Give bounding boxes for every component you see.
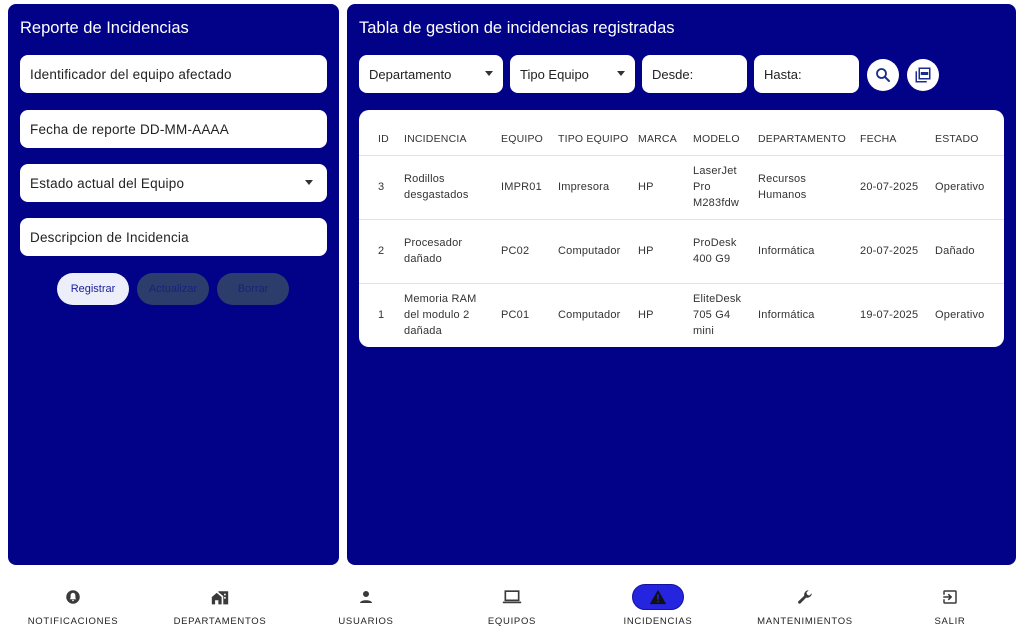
cell-equipo: PC01 xyxy=(501,309,530,321)
equipment-status-select[interactable]: Estado actual del Equipo xyxy=(20,164,327,202)
date-from-input[interactable]: Desde: xyxy=(642,55,747,93)
table-section-title: Tabla de gestion de incidencias registra… xyxy=(359,19,675,37)
nav-item-salir[interactable]: SALIR xyxy=(920,572,980,635)
incident-description-placeholder: Descripcion de Incidencia xyxy=(30,229,189,245)
row-divider xyxy=(359,283,1004,284)
header-equipo: EQUIPO xyxy=(501,133,544,145)
cell-equipo: PC02 xyxy=(501,245,530,257)
department-filter-label: Departamento xyxy=(369,66,452,82)
incident-table-panel: Tabla de gestion de incidencias registra… xyxy=(347,4,1016,565)
cell-fecha: 20-07-2025 xyxy=(860,245,919,257)
cell-tipo-equipo: Computador xyxy=(558,309,621,321)
logout-icon xyxy=(924,584,976,610)
equipment-type-filter-select[interactable]: Tipo Equipo xyxy=(510,55,635,93)
header-departamento: DEPARTAMENTO xyxy=(758,133,846,145)
equipment-status-label: Estado actual del Equipo xyxy=(30,175,185,191)
register-button[interactable]: Registrar xyxy=(57,273,129,305)
cell-departamento: Recursos Humanos xyxy=(758,173,807,201)
export-pdf-button[interactable] xyxy=(907,59,939,91)
row-divider xyxy=(359,219,1004,220)
update-button[interactable]: Actualizar xyxy=(137,273,209,305)
cell-marca: HP xyxy=(638,245,654,257)
person-icon xyxy=(340,584,392,610)
row-divider xyxy=(359,155,1004,156)
nav-item-departamentos[interactable]: DEPARTAMENTOS xyxy=(174,572,266,635)
nav-item-usuarios[interactable]: USUARIOS xyxy=(336,572,396,635)
equipment-id-placeholder: Identificador del equipo afectado xyxy=(30,66,232,82)
cell-id: 3 xyxy=(378,181,385,193)
cell-tipo-equipo: Impresora xyxy=(558,181,610,193)
equipment-id-input[interactable]: Identificador del equipo afectado xyxy=(20,55,327,93)
chevron-down-icon xyxy=(485,71,493,76)
chevron-down-icon xyxy=(617,71,625,76)
cell-marca: HP xyxy=(638,309,654,321)
department-filter-select[interactable]: Departamento xyxy=(359,55,503,93)
search-icon xyxy=(876,68,890,82)
nav-label: MANTENIMIENTOS xyxy=(757,616,853,627)
nav-label: USUARIOS xyxy=(338,616,394,627)
cell-incidencia: Memoria RAM del modulo 2 dañada xyxy=(404,293,477,337)
nav-item-notificaciones[interactable]: NOTIFICACIONES xyxy=(28,572,118,635)
chevron-down-icon xyxy=(305,180,313,185)
cell-tipo-equipo: Computador xyxy=(558,245,621,257)
wrench-icon xyxy=(779,584,831,610)
pdf-icon xyxy=(915,67,931,83)
bottom-navigation-bar: NOTIFICACIONES DEPARTAMENTOS USUARIOS EQ… xyxy=(0,572,1024,635)
nav-item-equipos[interactable]: EQUIPOS xyxy=(482,572,542,635)
nav-label: DEPARTAMENTOS xyxy=(173,616,267,627)
date-to-label: Hasta: xyxy=(764,66,802,82)
report-date-input[interactable]: Fecha de reporte DD-MM-AAAA xyxy=(20,110,327,148)
cell-id: 2 xyxy=(378,245,385,257)
header-estado: ESTADO xyxy=(935,133,979,145)
nav-label: INCIDENCIAS xyxy=(623,616,693,627)
incidents-table: ID INCIDENCIA EQUIPO TIPO EQUIPO MARCA M… xyxy=(359,110,1004,347)
cell-departamento: Informática xyxy=(758,245,815,257)
nav-label: EQUIPOS xyxy=(487,616,537,627)
date-to-input[interactable]: Hasta: xyxy=(754,55,859,93)
search-button[interactable] xyxy=(867,59,899,91)
cell-modelo: LaserJet Pro M283fdw xyxy=(693,165,740,209)
cell-incidencia: Procesador dañado xyxy=(404,237,463,265)
cell-marca: HP xyxy=(638,181,654,193)
cell-modelo: ProDesk 400 G9 xyxy=(693,237,737,265)
bell-icon xyxy=(47,584,99,610)
cell-estado: Dañado xyxy=(935,245,975,257)
date-from-label: Desde: xyxy=(652,66,694,82)
header-incidencia: INCIDENCIA xyxy=(404,133,467,145)
header-marca: MARCA xyxy=(638,133,677,145)
nav-item-mantenimientos[interactable]: MANTENIMIENTOS xyxy=(757,572,853,635)
cell-modelo: EliteDesk 705 G4 mini xyxy=(693,293,742,337)
cell-id: 1 xyxy=(378,309,385,321)
cell-estado: Operativo xyxy=(935,181,985,193)
cell-fecha: 19-07-2025 xyxy=(860,309,919,321)
cell-departamento: Informática xyxy=(758,309,815,321)
warning-icon xyxy=(632,584,684,610)
home-work-icon xyxy=(194,584,246,610)
header-modelo: MODELO xyxy=(693,133,740,145)
header-fecha: FECHA xyxy=(860,133,897,145)
incident-description-input[interactable]: Descripcion de Incidencia xyxy=(20,218,327,256)
cell-equipo: IMPR01 xyxy=(501,181,542,193)
cell-fecha: 20-07-2025 xyxy=(860,181,919,193)
laptop-icon xyxy=(486,584,538,610)
equipment-type-filter-label: Tipo Equipo xyxy=(520,66,589,82)
report-date-placeholder: Fecha de reporte DD-MM-AAAA xyxy=(30,121,229,137)
header-id: ID xyxy=(378,133,389,145)
form-title: Reporte de Incidencias xyxy=(20,19,189,37)
cell-estado: Operativo xyxy=(935,309,985,321)
nav-item-incidencias[interactable]: INCIDENCIAS xyxy=(624,572,692,635)
nav-label: NOTIFICACIONES xyxy=(27,616,119,627)
delete-button[interactable]: Borrar xyxy=(217,273,289,305)
incident-form-panel: Reporte de Incidencias Identificador del… xyxy=(8,4,339,565)
header-tipo-equipo: TIPO EQUIPO xyxy=(558,133,629,145)
cell-incidencia: Rodillos desgastados xyxy=(404,173,469,201)
nav-label: SALIR xyxy=(934,616,966,627)
